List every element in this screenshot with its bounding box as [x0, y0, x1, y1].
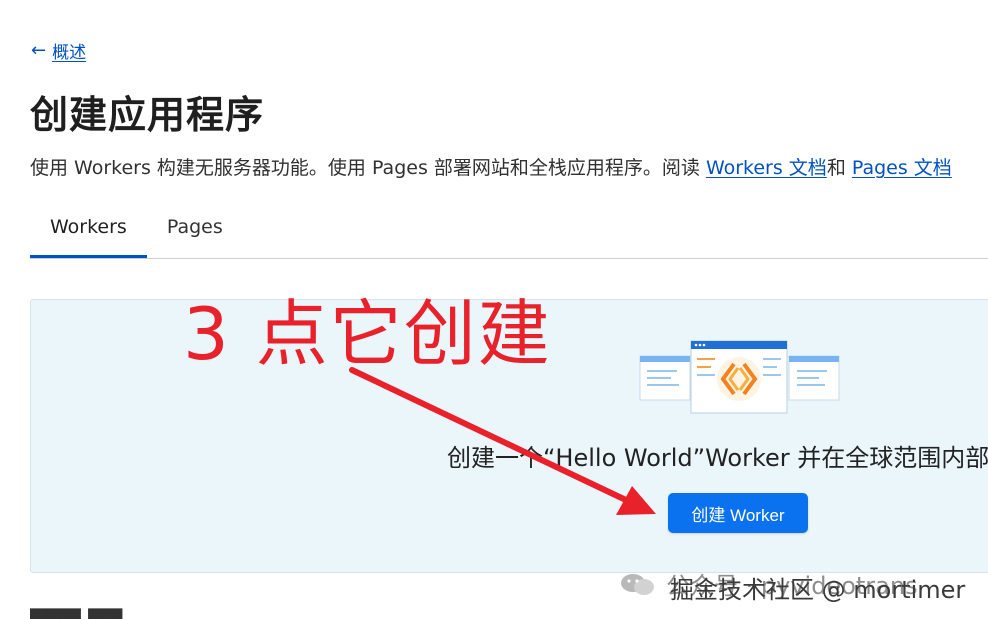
partial-heading-glyphs: ▀▀▀ ▀▀ [30, 610, 160, 619]
create-worker-button[interactable]: 创建 Worker [668, 493, 808, 533]
page-title: 创建应用程序 [30, 93, 265, 137]
description-text: 使用 Workers 构建无服务器功能。使用 Pages 部署网站和全栈应用程序… [30, 157, 706, 179]
wechat-icon [621, 573, 654, 595]
page-description: 使用 Workers 构建无服务器功能。使用 Pages 部署网站和全栈应用程序… [30, 153, 952, 180]
description-connector: 和 [826, 157, 852, 179]
pages-docs-link[interactable]: Pages 文档 [852, 157, 952, 179]
back-to-overview-link[interactable]: ← 概述 [31, 38, 86, 63]
app-type-tabs: Workers Pages [30, 206, 988, 259]
watermark: 公众号 · pyvideotrans 掘金技术社区 @ mortimer [620, 566, 965, 604]
workers-illustration [639, 340, 840, 414]
tab-pages[interactable]: Pages [147, 206, 243, 258]
workers-docs-link[interactable]: Workers 文档 [706, 157, 827, 179]
tab-workers[interactable]: Workers [30, 206, 147, 258]
create-worker-description: 创建一个“Hello World”Worker 并在全球范围内部 [447, 444, 988, 472]
back-link-label[interactable]: 概述 [52, 38, 86, 63]
watermark-line2: 掘金技术社区 @ mortimer [670, 576, 966, 604]
annotation-label: 3 点它创建 [183, 292, 552, 376]
arrow-left-icon: ← [31, 39, 47, 61]
partial-section-heading: ▀▀▀ ▀▀ [30, 604, 160, 619]
